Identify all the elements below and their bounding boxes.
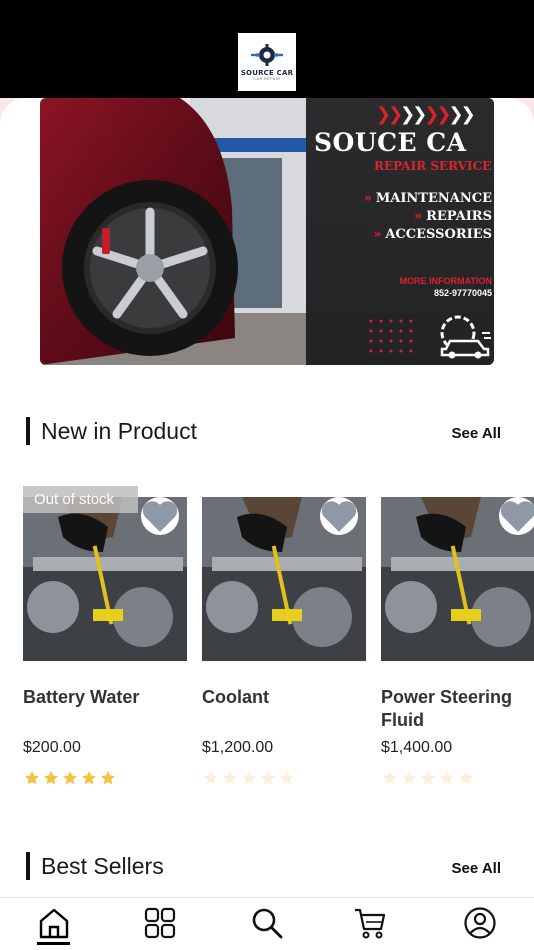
star-icon xyxy=(459,771,473,785)
logo-title: SOURCE CAR xyxy=(240,69,294,77)
banner-subtitle: REPAIR SERVICE xyxy=(374,159,492,173)
section-header-best-sellers: Best Sellers xyxy=(26,852,164,880)
star-icon xyxy=(63,771,77,785)
product-name[interactable]: Battery Water xyxy=(23,686,183,709)
product-price: $1,200.00 xyxy=(202,739,274,756)
star-icon xyxy=(421,771,435,785)
star-icon xyxy=(101,771,115,785)
section-accent-bar xyxy=(26,417,30,445)
product-name[interactable]: Power Steering Fluid xyxy=(381,686,534,732)
favorite-button[interactable] xyxy=(141,497,179,535)
see-all-best-sellers-link[interactable]: See All xyxy=(452,860,501,877)
service-item: » ACCESSORIES xyxy=(373,227,492,242)
search-icon[interactable] xyxy=(250,906,284,940)
star-icon xyxy=(440,771,454,785)
see-all-new-products-link[interactable]: See All xyxy=(452,425,501,442)
brand-logo[interactable]: SOURCE CAR CAR REPAIR xyxy=(238,33,296,91)
star-icon xyxy=(280,771,294,785)
banner-title: SOUCE CA xyxy=(314,128,467,157)
chevron-decoration-icon: ❯❯❯❯❯❯❯❯ xyxy=(376,104,476,125)
heart-icon xyxy=(321,501,357,532)
section-accent-bar xyxy=(26,852,30,880)
product-name[interactable]: Coolant xyxy=(202,686,362,709)
promo-banner[interactable]: ❯❯❯❯❯❯❯❯ SOUCE CA REPAIR SERVICE » MAINTE… xyxy=(40,98,494,365)
banner-phone: 852-97770045 xyxy=(433,288,492,298)
heart-icon xyxy=(500,501,534,532)
out-of-stock-badge: Out of stock xyxy=(23,486,138,513)
product-image xyxy=(202,497,366,661)
logo-subtitle: CAR REPAIR xyxy=(253,77,281,81)
star-icon xyxy=(242,771,256,785)
grid-icon[interactable] xyxy=(143,906,177,940)
gear-wrench-icon xyxy=(251,44,283,66)
profile-icon[interactable] xyxy=(463,906,497,940)
product-card[interactable] xyxy=(202,497,366,661)
star-icon xyxy=(204,771,218,785)
star-icon xyxy=(223,771,237,785)
car-service-icon xyxy=(440,315,491,359)
product-price: $200.00 xyxy=(23,739,81,756)
cart-icon[interactable] xyxy=(353,906,387,940)
product-price: $1,400.00 xyxy=(381,739,453,756)
banner-more-info: MORE INFORMATION xyxy=(399,276,492,286)
star-icon xyxy=(25,771,39,785)
banner-services: » MAINTENANCE » REPAIRS » ACCESSORIES xyxy=(364,190,492,244)
star-icon xyxy=(383,771,397,785)
star-icon xyxy=(402,771,416,785)
product-rating xyxy=(382,770,474,786)
home-icon[interactable] xyxy=(37,906,71,940)
active-tab-indicator xyxy=(37,942,70,945)
favorite-button[interactable] xyxy=(499,497,534,535)
section-title: Best Sellers xyxy=(41,852,164,879)
product-rating xyxy=(203,770,295,786)
product-image xyxy=(23,497,187,661)
product-image xyxy=(381,497,534,661)
section-header-new-products: New in Product xyxy=(26,417,197,445)
favorite-button[interactable] xyxy=(320,497,358,535)
star-icon xyxy=(82,771,96,785)
product-rating xyxy=(24,770,116,786)
star-icon xyxy=(44,771,58,785)
service-item: » MAINTENANCE xyxy=(363,191,492,206)
star-icon xyxy=(261,771,275,785)
product-card[interactable] xyxy=(23,497,187,661)
banner-info-panel: ❯❯❯❯❯❯❯❯ SOUCE CA REPAIR SERVICE » MAINTE… xyxy=(306,98,494,365)
service-item: » REPAIRS xyxy=(413,209,492,224)
section-title: New in Product xyxy=(41,417,197,444)
bottom-tab-bar xyxy=(0,897,534,950)
dot-pattern xyxy=(366,316,418,358)
heart-icon xyxy=(142,501,178,532)
product-card[interactable] xyxy=(381,497,534,661)
car-wheel-photo xyxy=(40,98,308,365)
